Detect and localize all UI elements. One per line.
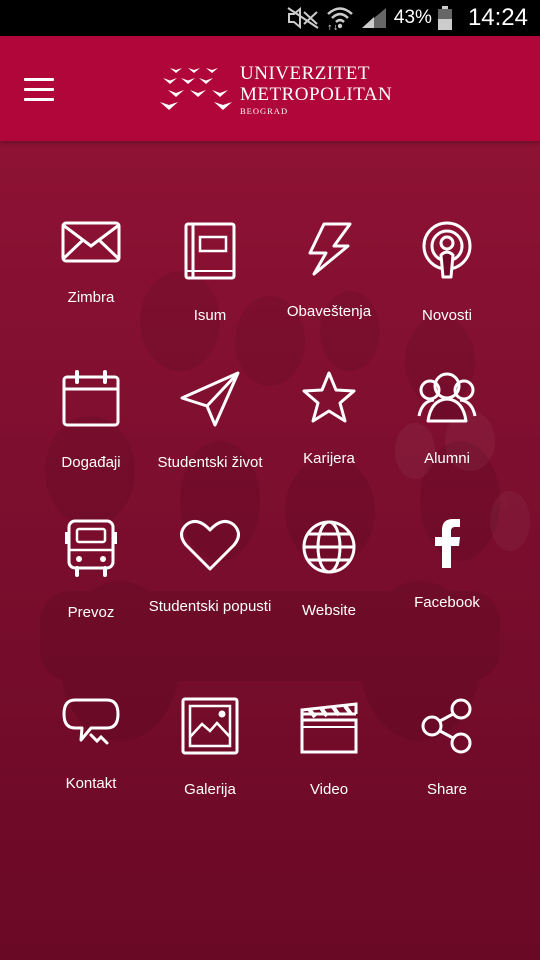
calendar-icon	[59, 370, 123, 428]
tile-alumni[interactable]: Alumni	[387, 290, 507, 467]
tile-share[interactable]: Share	[387, 617, 507, 798]
speech-bubble-icon	[59, 697, 123, 749]
tile-label: Share	[426, 781, 468, 798]
clock: 14:24	[467, 4, 528, 31]
hamburger-menu-icon	[24, 77, 54, 81]
clapperboard-icon	[297, 697, 361, 755]
tile-video[interactable]: Video	[269, 617, 389, 798]
book-icon	[178, 221, 242, 281]
tile-dogadjaji[interactable]: Događaji	[31, 290, 151, 471]
paper-plane-icon	[178, 370, 242, 428]
group-icon	[415, 370, 479, 424]
tile-label: Kontakt	[65, 775, 117, 792]
tile-facebook[interactable]: Facebook	[387, 438, 507, 611]
tile-studentski-zivot[interactable]: Studentski život	[150, 290, 270, 471]
battery-icon	[437, 6, 452, 30]
tile-galerija[interactable]: Galerija	[150, 617, 270, 798]
signal-icon	[360, 6, 388, 30]
tile-website[interactable]: Website	[269, 438, 389, 619]
app-header: UNIVERZITET METROPOLITAN BEOGRAD	[0, 36, 540, 141]
tile-kontakt[interactable]: Kontakt	[31, 617, 151, 792]
tile-obavestenja[interactable]: Obaveštenja	[269, 141, 389, 320]
facebook-icon	[415, 518, 479, 568]
menu-button[interactable]	[18, 68, 60, 110]
logo-subtitle: BEOGRAD	[240, 106, 289, 117]
university-logo: UNIVERZITET METROPOLITAN BEOGRAD	[158, 62, 392, 118]
tile-novosti[interactable]: Novosti	[387, 141, 507, 324]
tile-label: Facebook	[414, 594, 480, 611]
picture-icon	[178, 697, 242, 755]
envelope-icon	[59, 221, 123, 263]
podcast-icon	[415, 221, 479, 281]
tile-isum[interactable]: Isum	[150, 141, 270, 324]
lightning-icon	[297, 221, 361, 277]
share-icon	[415, 697, 479, 755]
wifi-icon: ↑↓	[326, 5, 354, 31]
mute-icon	[286, 6, 320, 30]
tile-karijera[interactable]: Karijera	[269, 290, 389, 467]
star-icon	[297, 370, 361, 424]
battery-percent: 43%	[393, 7, 432, 28]
tile-zimbra[interactable]: Zimbra	[31, 141, 151, 306]
globe-icon	[297, 518, 361, 576]
logo-mark-icon	[160, 68, 232, 110]
logo-title-line2: METROPOLITAN	[240, 84, 393, 106]
tile-label: Video	[309, 781, 349, 798]
tile-prevoz[interactable]: Prevoz	[31, 438, 151, 621]
main-menu-area: Zimbra Isum Obaveštenja Novosti Događaji…	[0, 141, 540, 960]
status-bar: ↑↓ 43% 14:24	[0, 0, 540, 36]
tile-label: Galerija	[184, 781, 236, 798]
logo-title-line1: UNIVERZITET	[240, 63, 371, 85]
tile-studentski-popusti[interactable]: Studentski popusti	[149, 438, 271, 615]
bus-icon	[59, 518, 123, 578]
svg-text:↑↓: ↑↓	[327, 24, 339, 31]
heart-icon	[178, 518, 242, 572]
